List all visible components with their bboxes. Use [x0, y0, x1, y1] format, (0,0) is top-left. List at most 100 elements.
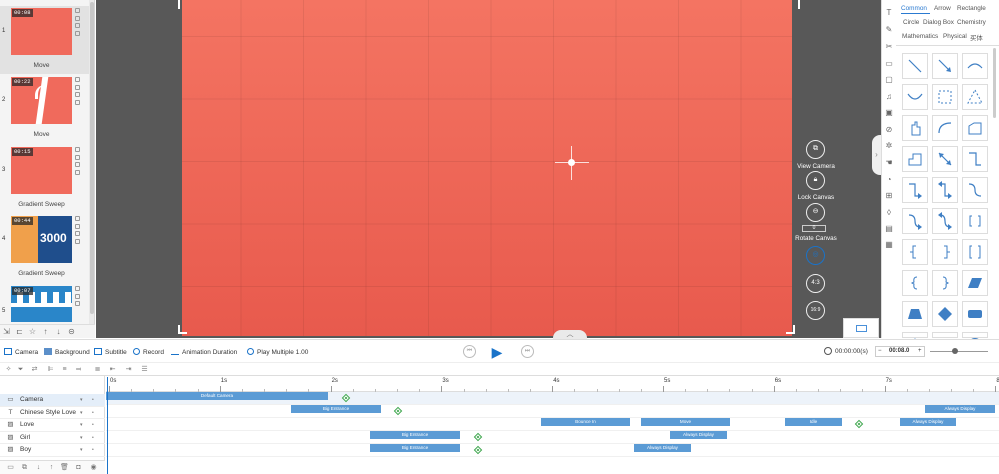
chart-icon[interactable]: ◔: [884, 175, 894, 185]
curved-arrow-icon[interactable]: [902, 208, 928, 234]
animation-block[interactable]: Move: [641, 418, 730, 426]
left-bracket-icon[interactable]: [902, 239, 928, 265]
animation-block[interactable]: Bounce In: [541, 418, 630, 426]
dot-icon[interactable]: •: [92, 419, 94, 432]
track-camera[interactable]: ▭ Camera ▾ •: [0, 394, 105, 407]
timeline-ruler[interactable]: 0s 1s 2s 3s 4s 5s 6s 7s 8: [106, 376, 999, 392]
copy-icon[interactable]: [75, 8, 80, 13]
slide-item[interactable]: 1 00:08 Move: [0, 6, 89, 74]
right-triangle-icon[interactable]: [932, 332, 958, 351]
increase-icon[interactable]: +: [918, 347, 922, 356]
tab-rectangle[interactable]: Rectangle: [957, 5, 986, 12]
double-arrow-icon[interactable]: [932, 146, 958, 172]
tab-mathematics[interactable]: Mathematics: [902, 33, 938, 40]
delete-icon[interactable]: 🗑︎: [60, 463, 69, 472]
camera-button[interactable]: Camera: [4, 348, 38, 356]
elbow-arrow-icon[interactable]: [902, 177, 928, 203]
comment-icon[interactable]: ▭: [884, 59, 894, 69]
move-down-icon[interactable]: ↓: [54, 327, 63, 336]
arrow-line-icon[interactable]: [932, 53, 958, 79]
dropdown-icon[interactable]: ▾: [80, 407, 83, 420]
track-chinese-style-love[interactable]: T Chinese Style Love ▾ •: [0, 407, 105, 420]
play-multiple-button[interactable]: Play Multiple 1.00: [247, 348, 308, 356]
slide-item[interactable]: 5 00:07: [0, 284, 89, 324]
view-camera-icon[interactable]: ⧉: [806, 140, 825, 159]
keyframe-icon[interactable]: [341, 393, 351, 403]
collapse-timeline-icon[interactable]: ︿: [553, 330, 587, 339]
tab-other[interactable]: 买体: [970, 33, 983, 42]
dropdown-icon[interactable]: ▾: [80, 444, 83, 457]
image-icon[interactable]: ▦: [884, 240, 894, 250]
previous-icon[interactable]: ⏮︎: [463, 345, 476, 358]
shapes-scrollbar[interactable]: [993, 48, 996, 118]
dashed-triangle-icon[interactable]: [962, 84, 988, 110]
animation-block[interactable]: Always Display: [670, 431, 727, 439]
copy-icon[interactable]: [75, 147, 80, 152]
move-down-icon[interactable]: ↓: [34, 463, 43, 472]
align-center-icon[interactable]: ≡: [60, 365, 69, 374]
line-icon[interactable]: [902, 53, 928, 79]
elbow-connector-icon[interactable]: [962, 146, 988, 172]
keyframe-icon[interactable]: [473, 445, 483, 455]
tools-icon[interactable]: ✂: [884, 42, 894, 52]
duplicate-icon[interactable]: [75, 231, 80, 236]
new-slide-icon[interactable]: ⊏: [15, 327, 24, 336]
trash-icon[interactable]: [75, 15, 80, 21]
lock-icon[interactable]: ◘: [74, 463, 83, 472]
slide-thumbnail[interactable]: 00:15: [11, 147, 72, 194]
aspect-ratio-button[interactable]: 4:3: [806, 274, 825, 293]
dot-icon[interactable]: •: [92, 407, 94, 420]
s-curve-icon[interactable]: [962, 177, 988, 203]
keyframe-icon[interactable]: [473, 432, 483, 442]
copy-icon[interactable]: ⧉: [20, 463, 29, 472]
hand-icon[interactable]: ☚: [884, 158, 894, 168]
hand-pointer-icon[interactable]: [902, 115, 928, 141]
keyframe-icon[interactable]: [393, 406, 403, 416]
trash-icon[interactable]: [75, 154, 80, 160]
elbow-double-arrow-icon[interactable]: [932, 177, 958, 203]
slide-scrollbar[interactable]: [89, 0, 94, 338]
slide-tools[interactable]: [75, 286, 82, 309]
track-love[interactable]: ▨ Love ▾ •: [0, 419, 105, 432]
playhead[interactable]: [106, 377, 109, 474]
settings-icon[interactable]: [75, 238, 80, 244]
frame-corner[interactable]: [791, 0, 800, 9]
duplicate-icon[interactable]: [75, 23, 80, 28]
collapse-panel-icon[interactable]: ›: [872, 135, 881, 175]
animation-block[interactable]: Idle: [785, 418, 842, 426]
record-button[interactable]: Record: [133, 348, 164, 356]
frame-corner[interactable]: [178, 325, 187, 334]
trash-icon[interactable]: [75, 84, 80, 90]
tab-chemistry[interactable]: Chemistry: [957, 19, 986, 26]
slide-thumbnail[interactable]: 00:08: [11, 8, 72, 55]
ratio-icon[interactable]: ◎: [806, 246, 825, 265]
text-icon[interactable]: T: [884, 8, 894, 18]
frame-corner[interactable]: [178, 0, 187, 9]
settings-icon[interactable]: [75, 169, 80, 175]
tab-circle[interactable]: Circle: [903, 19, 919, 26]
animation-block[interactable]: Big Entrance: [370, 444, 460, 452]
play-icon[interactable]: ▶: [489, 344, 505, 360]
tab-dialog-box[interactable]: Dialog Box: [923, 19, 954, 26]
animation-block[interactable]: Always Display: [900, 418, 956, 426]
table-icon[interactable]: ⊞: [884, 191, 894, 201]
slide-thumbnail[interactable]: 3000 00:44: [11, 216, 72, 263]
trash-icon[interactable]: [75, 293, 80, 299]
settings-icon[interactable]: [75, 99, 80, 105]
right-bracket-icon[interactable]: [932, 239, 958, 265]
animation-block[interactable]: Big Entrance: [291, 405, 381, 413]
rotate-icon[interactable]: ⊖: [806, 203, 825, 222]
zoom-slider-handle[interactable]: [952, 348, 958, 354]
animation-block[interactable]: Always Display: [925, 405, 995, 413]
animation-block[interactable]: Big Entrance: [370, 431, 460, 439]
slide-thumbnail[interactable]: 00:07: [11, 286, 72, 322]
decrease-icon[interactable]: −: [878, 347, 882, 356]
animation-block[interactable]: Always Display: [634, 444, 691, 452]
dashed-rect-icon[interactable]: [932, 84, 958, 110]
left-brace-icon[interactable]: [902, 270, 928, 296]
dropdown-icon[interactable]: ▾: [80, 394, 83, 407]
folder-icon[interactable]: ▢: [884, 75, 894, 85]
shift-left-icon[interactable]: ⇤: [108, 365, 117, 374]
import-icon[interactable]: ⇲: [2, 327, 11, 336]
curved-line-icon[interactable]: [932, 115, 958, 141]
